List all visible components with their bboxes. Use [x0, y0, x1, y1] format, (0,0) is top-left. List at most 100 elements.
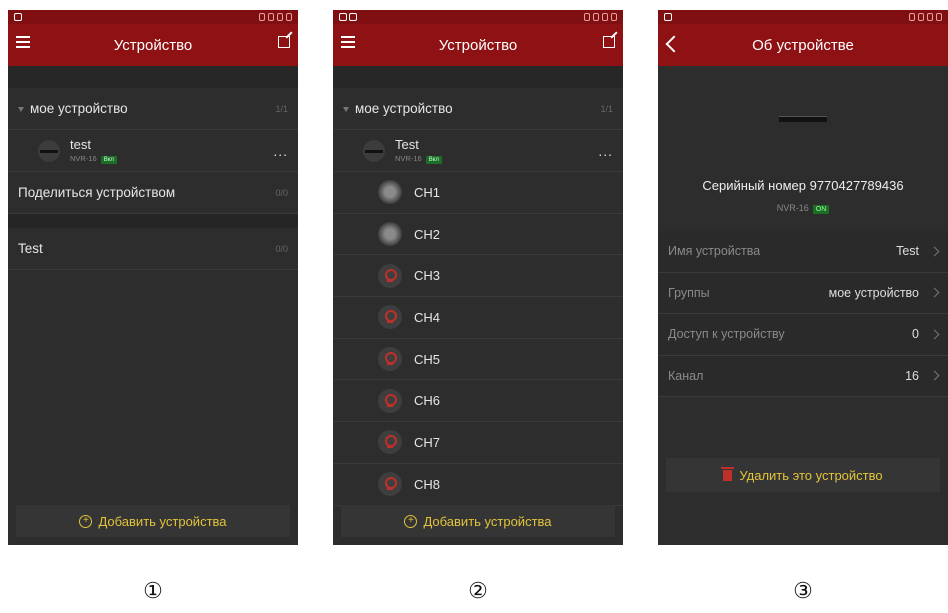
add-devices-label: Добавить устройства: [423, 513, 552, 529]
channel-row[interactable]: CH7: [333, 422, 623, 464]
test-group-count: 0/0: [275, 243, 288, 254]
marker-1: ①: [143, 578, 163, 603]
device-info-list: Имя устройства Test Группы мое устройство До…: [658, 231, 948, 397]
share-device-row[interactable]: Поделиться устройством 0/0: [8, 172, 298, 214]
camera-icon: [378, 305, 402, 330]
channel-row[interactable]: CH8: [333, 464, 623, 506]
test-group-label: Test: [18, 241, 43, 256]
plus-circle-icon: +: [404, 514, 418, 528]
screen-device-list: Устройство мое устройство 1/1 test NVR-1…: [8, 10, 298, 545]
marker-2: ②: [468, 578, 488, 603]
info-row[interactable]: Группы мое устройство: [658, 273, 948, 314]
info-key: Доступ к устройству: [668, 327, 785, 342]
group-count: 1/1: [600, 103, 613, 114]
channel-label: CH6: [414, 393, 441, 409]
info-row[interactable]: Доступ к устройству 0: [658, 314, 948, 356]
add-devices-button[interactable]: + Добавить устройства: [341, 505, 615, 537]
channel-label: CH5: [414, 351, 441, 367]
channel-label: CH8: [414, 476, 441, 492]
status-icons: [584, 13, 617, 21]
menu-icon[interactable]: [16, 36, 30, 48]
info-value: Test: [896, 244, 919, 259]
device-name: test: [70, 137, 91, 152]
app-header: Об устройстве: [658, 24, 948, 66]
more-options-icon[interactable]: ...: [273, 143, 288, 159]
group-label: мое устройство: [30, 101, 128, 116]
back-icon[interactable]: [665, 35, 683, 53]
collapse-triangle-icon: [18, 106, 24, 112]
group-my-device[interactable]: мое устройство 1/1: [333, 88, 623, 130]
status-icons: [909, 13, 942, 21]
info-value: мое устройство: [828, 285, 919, 300]
add-devices-button[interactable]: + Добавить устройства: [16, 505, 290, 537]
channel-thumbnail-icon: [378, 222, 402, 247]
group-label: мое устройство: [355, 101, 453, 116]
marker-3: ③: [793, 578, 813, 603]
chevron-right-icon: [929, 246, 940, 257]
camera-icon: [378, 388, 402, 413]
channel-label: CH1: [414, 184, 441, 200]
serial-number: Серийный номер 9770427789436: [702, 178, 904, 193]
plus-circle-icon: +: [79, 514, 93, 528]
more-options-icon[interactable]: ...: [598, 143, 613, 159]
channel-row[interactable]: CH2: [333, 214, 623, 256]
group-count: 1/1: [275, 103, 288, 114]
info-key: Группы: [668, 285, 710, 300]
app-header: Устройство: [333, 24, 623, 66]
status-badge: Вкл: [425, 156, 442, 164]
trash-icon: [721, 466, 735, 481]
app-header: Устройство: [8, 24, 298, 66]
share-label: Поделиться устройством: [18, 185, 176, 200]
menu-icon[interactable]: [341, 36, 355, 48]
page-title: Об устройстве: [752, 36, 854, 54]
camera-icon: [378, 430, 402, 455]
channel-row[interactable]: CH1: [333, 172, 623, 214]
channel-label: CH4: [414, 309, 441, 325]
status-bar: [658, 10, 948, 24]
delete-label: Удалить это устройство: [739, 467, 883, 483]
screen-device-channels: Устройство мое устройство 1/1 Test NVR-1…: [333, 10, 623, 545]
page-title: Устройство: [113, 36, 193, 54]
channel-row[interactable]: CH6: [333, 380, 623, 423]
info-row[interactable]: Канал 16: [658, 356, 948, 397]
device-row[interactable]: Test NVR-16 Вкл ...: [333, 130, 623, 172]
chevron-right-icon: [929, 287, 940, 298]
edit-icon[interactable]: [603, 36, 615, 48]
notification-icon: [14, 13, 22, 21]
channel-row[interactable]: CH4: [333, 297, 623, 339]
group-my-device[interactable]: мое устройство 1/1: [8, 88, 298, 130]
info-value: 16: [905, 368, 919, 383]
channel-list: CH1 CH2 CH3 CH4 CH5 CH6 CH7 CH8: [333, 172, 623, 506]
notification-icon: [664, 13, 672, 21]
channel-thumbnail-icon: [378, 180, 402, 205]
chevron-right-icon: [929, 370, 940, 381]
nvr-icon: [363, 139, 385, 162]
status-icons: [259, 13, 292, 21]
info-value: 0: [912, 327, 919, 342]
device-row[interactable]: test NVR-16 Вкл ...: [8, 130, 298, 172]
info-row[interactable]: Имя устройства Test: [658, 231, 948, 273]
channel-row[interactable]: CH3: [333, 255, 623, 298]
device-model: NVR-16: [70, 154, 97, 163]
screen-device-info: Об устройстве Серийный номер 97704277894…: [658, 10, 948, 545]
delete-device-button[interactable]: Удалить это устройство: [666, 458, 940, 492]
device-name: Test: [395, 137, 419, 152]
channel-row[interactable]: CH5: [333, 339, 623, 381]
chevron-right-icon: [929, 329, 940, 340]
device-model: NVR-16: [776, 203, 809, 213]
status-bar: [8, 10, 298, 24]
edit-icon[interactable]: [278, 36, 290, 48]
camera-icon: [378, 347, 402, 372]
page-title: Устройство: [438, 36, 518, 54]
camera-icon: [378, 472, 402, 497]
device-hero: Серийный номер 9770427789436 NVR-16 ON: [658, 66, 948, 231]
channel-label: CH2: [414, 226, 441, 242]
add-devices-label: Добавить устройства: [98, 513, 227, 529]
share-count: 0/0: [275, 187, 288, 198]
status-bar: [333, 10, 623, 24]
info-key: Имя устройства: [668, 244, 761, 259]
status-badge: ON: [812, 205, 830, 214]
info-key: Канал: [668, 368, 704, 383]
nvr-icon: [38, 139, 60, 162]
group-test[interactable]: Test 0/0: [8, 228, 298, 270]
